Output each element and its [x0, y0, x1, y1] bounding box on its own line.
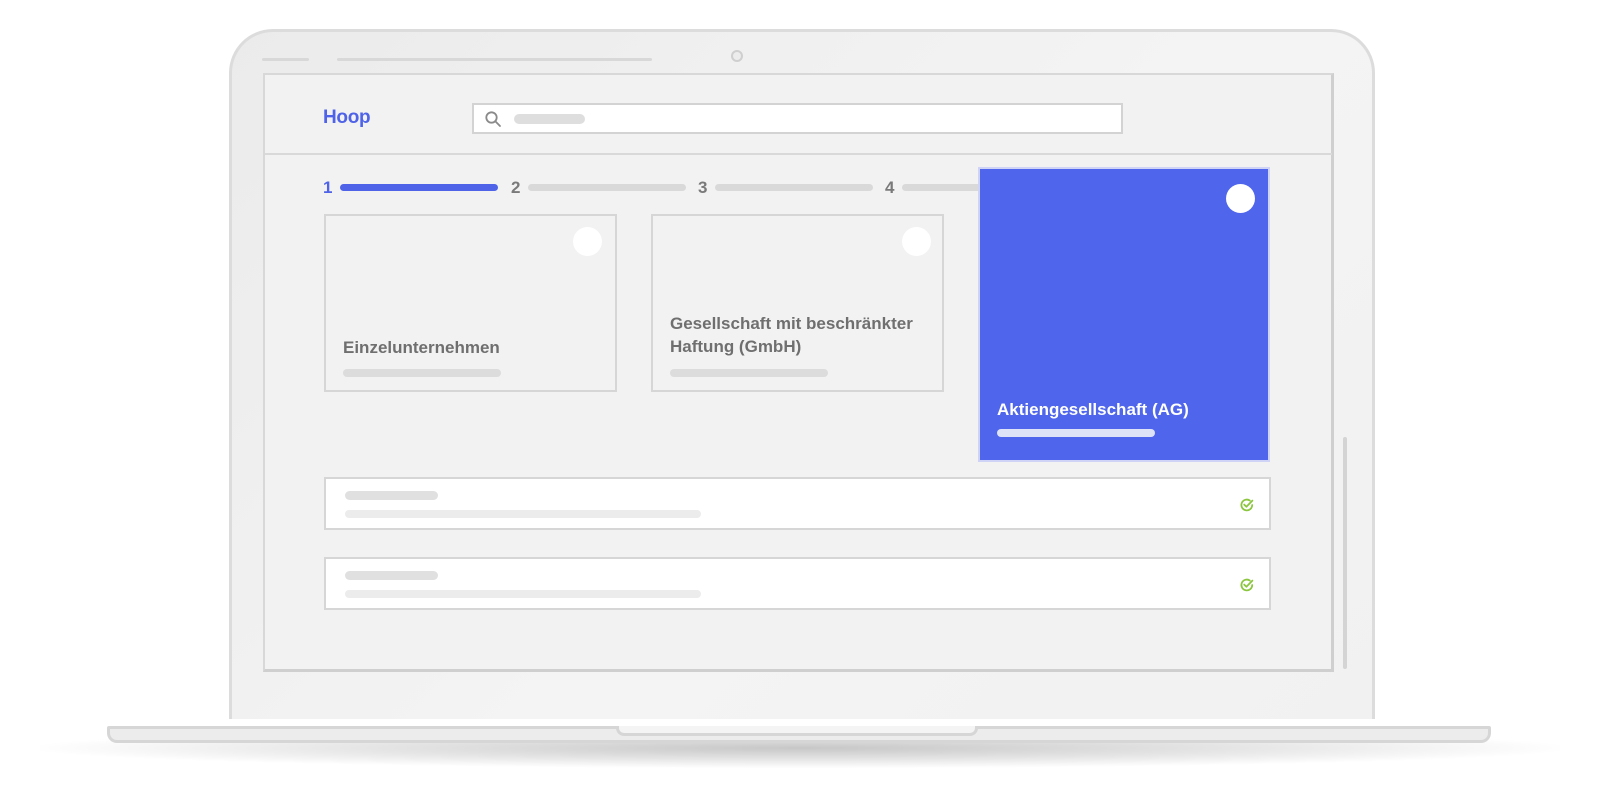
- radio-button-selected[interactable]: [1226, 184, 1255, 213]
- list-item[interactable]: [324, 477, 1271, 530]
- step-4-number[interactable]: 4: [885, 178, 894, 198]
- row-subtitle-placeholder: [345, 510, 701, 518]
- radio-button[interactable]: [902, 227, 931, 256]
- step-4-progress: [902, 184, 982, 191]
- card-subtitle-placeholder: [670, 369, 828, 377]
- check-circle-icon: [1240, 578, 1254, 592]
- app-logo[interactable]: Hoop: [323, 107, 371, 129]
- scrollbar[interactable]: [1343, 437, 1347, 669]
- header-divider: [265, 153, 1332, 155]
- step-3-progress: [715, 184, 873, 191]
- legal-form-card-ag[interactable]: Aktiengesellschaft (AG): [978, 167, 1270, 462]
- search-icon: [485, 111, 501, 127]
- radio-button[interactable]: [573, 227, 602, 256]
- step-3-number[interactable]: 3: [698, 178, 707, 198]
- legal-form-card-gmbh[interactable]: Gesellschaft mit beschränkter Haftung (G…: [651, 214, 944, 392]
- row-title-placeholder: [345, 491, 438, 500]
- check-circle-icon: [1240, 498, 1254, 512]
- card-subtitle-placeholder: [997, 429, 1155, 437]
- legal-form-card-einzelunternehmen[interactable]: Einzelunternehmen: [324, 214, 617, 392]
- card-title: Einzelunternehmen: [343, 338, 500, 357]
- step-1-number[interactable]: 1: [323, 178, 332, 198]
- search-placeholder-bar: [514, 114, 585, 124]
- list-item[interactable]: [324, 557, 1271, 610]
- step-2-progress: [528, 184, 686, 191]
- card-title: Aktiengesellschaft (AG): [997, 400, 1189, 419]
- step-1-progress: [340, 184, 498, 191]
- step-2-number[interactable]: 2: [511, 178, 520, 198]
- bezel-bar-short: [262, 58, 309, 61]
- row-title-placeholder: [345, 571, 438, 580]
- card-subtitle-placeholder: [343, 369, 501, 377]
- bezel-bar-long: [337, 58, 652, 61]
- card-title: Gesellschaft mit beschränkter Haftung (G…: [670, 314, 913, 356]
- row-subtitle-placeholder: [345, 590, 701, 598]
- laptop-notch: [616, 726, 978, 736]
- camera-icon: [731, 50, 743, 62]
